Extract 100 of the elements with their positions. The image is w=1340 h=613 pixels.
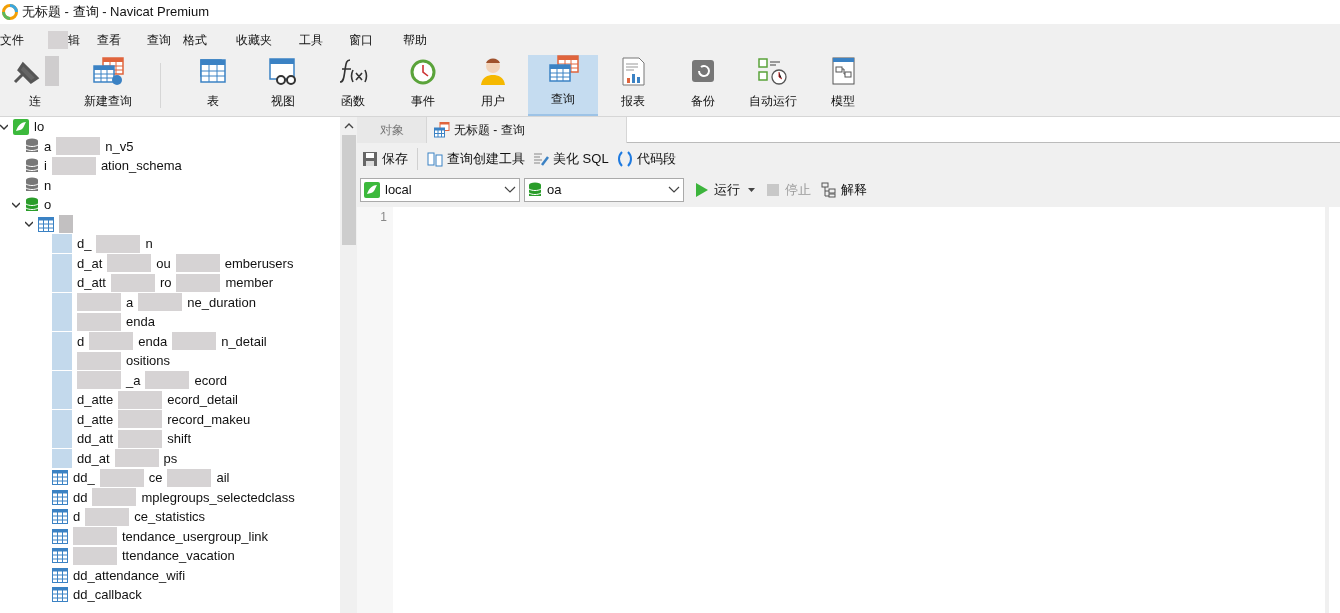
toolbar-button[interactable]: 报表 bbox=[598, 55, 668, 116]
tree-item-label: dd_callback bbox=[73, 586, 142, 604]
tree-item[interactable]: d enda n_detail bbox=[0, 331, 340, 351]
menu-item[interactable]: 窗口 bbox=[349, 30, 373, 49]
tree-item-label: ation_schema bbox=[100, 157, 182, 175]
toolbar-button[interactable]: 运行 bbox=[694, 180, 755, 200]
tree-item[interactable]: n bbox=[0, 175, 340, 195]
mosaic-block bbox=[52, 234, 72, 254]
tree-item[interactable]: d_at ou emberusers bbox=[0, 253, 340, 273]
mosaic-block bbox=[138, 293, 183, 312]
mosaic-block bbox=[77, 371, 121, 390]
tree-item[interactable]: d_atte ecord_detail bbox=[0, 390, 340, 410]
toolbar-button[interactable]: 用户 bbox=[458, 55, 528, 116]
mosaic-block bbox=[51, 156, 96, 175]
scroll-thumb[interactable] bbox=[341, 135, 356, 245]
mosaic-block bbox=[110, 273, 155, 292]
window-title: 无标题 - 查询 - Navicat Premium bbox=[22, 3, 210, 22]
toolbar-button[interactable]: 查询 bbox=[528, 55, 598, 116]
toolbar-button[interactable]: 新建查询 bbox=[73, 55, 143, 116]
tree-item[interactable]: ttendance_vacation bbox=[0, 546, 340, 566]
tree-item[interactable]: i ation_schema bbox=[0, 156, 340, 176]
tree-item[interactable]: tendance_usergroup_link bbox=[0, 526, 340, 546]
menu-item[interactable]: 工具 bbox=[299, 30, 323, 49]
tree-item-label: _a bbox=[126, 371, 141, 390]
tree-item-label: d_ bbox=[77, 235, 92, 253]
tree-item-label: dd_ bbox=[73, 469, 95, 487]
mosaic-block bbox=[77, 312, 121, 331]
tree-item[interactable]: dd_attendance_wifi bbox=[0, 565, 340, 585]
mosaic-block bbox=[172, 332, 217, 351]
mosaic-block bbox=[77, 351, 121, 370]
tree-item[interactable]: dd_at ps bbox=[0, 448, 340, 468]
tree-item-label: n bbox=[145, 235, 153, 253]
toolbar-button[interactable]: 查询创建工具 bbox=[426, 149, 526, 169]
tree-item[interactable]: enda bbox=[0, 312, 340, 332]
tree-item-label: enda bbox=[126, 313, 155, 331]
tab[interactable]: 对象 bbox=[357, 117, 427, 143]
database-select[interactable]: oa bbox=[524, 178, 684, 202]
tree-item-label: dd_attendance_wifi bbox=[73, 566, 186, 585]
mosaic-block bbox=[118, 429, 163, 448]
tree-item[interactable]: dd mplegroups_selectedclass bbox=[0, 487, 340, 507]
tree-item-label: d_att bbox=[77, 274, 106, 292]
tree-item-label: shift bbox=[167, 430, 191, 448]
mosaic-block bbox=[59, 215, 73, 234]
tree-item-label: n_v5 bbox=[105, 137, 134, 156]
tree-item-label: ce_statistics bbox=[134, 508, 206, 526]
connection-icon bbox=[364, 182, 380, 198]
mosaic-block bbox=[145, 371, 190, 390]
tree-item[interactable]: d_atte record_makeu bbox=[0, 409, 340, 429]
toolbar-button[interactable]: 自动运行 bbox=[738, 55, 808, 116]
toolbar-button[interactable]: 表 bbox=[178, 55, 248, 116]
tree-item[interactable]: dd_att shift bbox=[0, 429, 340, 449]
connection-select[interactable]: local bbox=[360, 178, 520, 202]
newquery-icon bbox=[91, 56, 125, 86]
tree-item[interactable]: d ce_statistics bbox=[0, 507, 340, 527]
toolbar-button[interactable]: 连 bbox=[0, 55, 70, 116]
tree-item[interactable]: a n_v5 bbox=[0, 136, 340, 156]
table-icon bbox=[52, 489, 68, 505]
tree-item-label: ecord_detail bbox=[167, 391, 238, 409]
tree-item[interactable]: d_att ro member bbox=[0, 273, 340, 293]
mosaic-block bbox=[52, 429, 72, 449]
scroll-up-icon[interactable] bbox=[343, 121, 354, 131]
menu-item[interactable]: 帮助 bbox=[403, 30, 427, 49]
run-icon bbox=[694, 182, 710, 198]
tree-item-label: dd bbox=[73, 488, 88, 507]
toolbar-button[interactable]: 视图 bbox=[248, 55, 318, 116]
toolbar-button[interactable]: 代码段 bbox=[615, 149, 677, 169]
menu-item[interactable]: 查看 bbox=[97, 30, 121, 49]
tree-item[interactable]: dd_ ce ail bbox=[0, 468, 340, 488]
toolbar-button[interactable]: 保存 bbox=[361, 149, 409, 169]
query-icon bbox=[546, 54, 580, 84]
toolbar-button[interactable]: 解释 bbox=[821, 180, 867, 200]
menu-item[interactable]: 查询 bbox=[147, 30, 171, 49]
mosaic-block bbox=[52, 253, 72, 273]
tree-item[interactable]: o bbox=[0, 195, 340, 215]
tree-item[interactable]: a ne_duration bbox=[0, 292, 340, 312]
tree-item[interactable]: d_ n bbox=[0, 234, 340, 254]
toolbar-button[interactable]: 美化 SQL bbox=[532, 149, 610, 169]
tree-item-label: ecord bbox=[194, 371, 227, 390]
toolbar-button[interactable]: 函数 bbox=[318, 55, 388, 116]
caret-icon bbox=[504, 186, 516, 194]
tree-item[interactable]: lo bbox=[0, 117, 340, 137]
table-icon bbox=[52, 548, 68, 564]
toolbar-button[interactable]: 事件 bbox=[388, 55, 458, 116]
toolbar-button[interactable]: 备份 bbox=[668, 55, 738, 116]
table-icon bbox=[52, 470, 68, 486]
mosaic-block bbox=[52, 448, 72, 468]
tree-item-label: d bbox=[77, 332, 85, 351]
menu-item[interactable]: 格式 bbox=[183, 30, 207, 49]
caret-icon bbox=[668, 186, 680, 194]
menu-item[interactable]: 辑 bbox=[68, 30, 80, 49]
tree-item[interactable]: ositions bbox=[0, 351, 340, 371]
mosaic-block bbox=[73, 546, 117, 565]
menu-item[interactable]: 收藏夹 bbox=[236, 30, 272, 49]
line-number: 1 bbox=[379, 209, 387, 226]
tree-item-label: d_atte bbox=[77, 391, 114, 409]
menu-item[interactable]: 文件 bbox=[0, 30, 24, 49]
mosaic-block bbox=[52, 312, 72, 332]
tree-item[interactable]: _a ecord bbox=[0, 370, 340, 390]
tree-item[interactable]: dd_callback bbox=[0, 585, 340, 605]
toolbar-button[interactable]: 模型 bbox=[808, 55, 878, 116]
